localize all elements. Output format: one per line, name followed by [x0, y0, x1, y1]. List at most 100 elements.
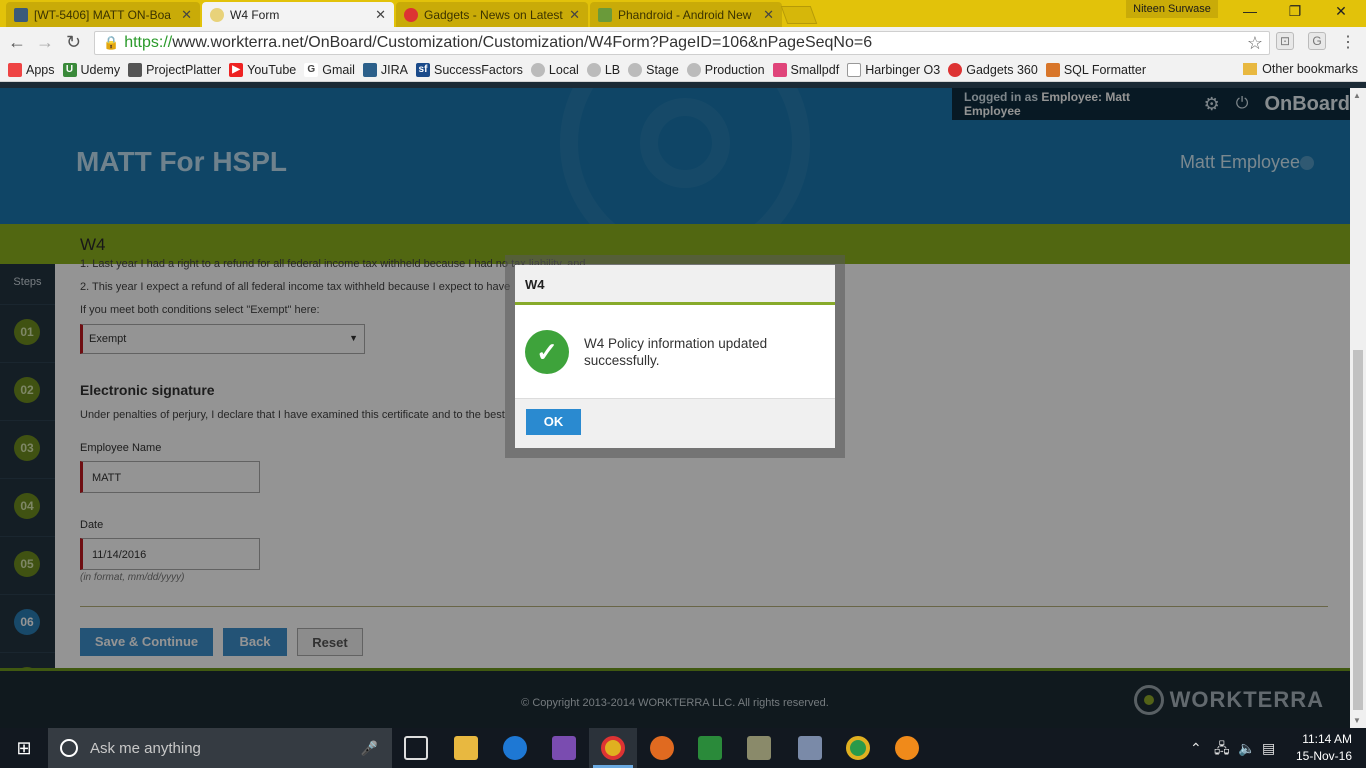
tray-chevron-icon[interactable]: ⌃ — [1190, 728, 1202, 768]
projectplatter-icon — [128, 62, 143, 77]
clock-date: 15-Nov-16 — [1295, 749, 1352, 763]
sqlformatter-icon — [1045, 62, 1060, 77]
other-bookmarks[interactable]: Other bookmarks — [1243, 62, 1358, 76]
dialog-body: ✓ W4 Policy information updated successf… — [515, 305, 835, 399]
bookmark-stage[interactable]: Stage — [628, 62, 679, 77]
app-flame-icon[interactable] — [895, 736, 919, 760]
system-clock[interactable]: 11:14 AM 15-Nov-16 — [1296, 731, 1352, 765]
bookmark-smallpdf[interactable]: Smallpdf — [772, 62, 840, 77]
tab-title: [WT-5406] MATT ON-Boa — [34, 7, 171, 22]
bookmark-label: JIRA — [380, 62, 408, 77]
grammarly-extension-icon[interactable]: G — [1308, 32, 1326, 50]
udemy-icon: U — [62, 62, 77, 77]
lock-icon: 🔒 — [103, 35, 120, 50]
extension-icon[interactable]: ⊡ — [1276, 32, 1294, 50]
scroll-down-icon[interactable]: ▼ — [1353, 716, 1361, 725]
bookmark-label: LB — [604, 62, 621, 77]
profile-button[interactable]: Niteen Surwase — [1126, 0, 1218, 18]
bookmark-local[interactable]: Local — [530, 62, 579, 77]
globe-icon — [586, 62, 601, 77]
visual-studio-icon[interactable] — [552, 736, 576, 760]
edge-icon[interactable] — [503, 736, 527, 760]
close-window-icon[interactable]: ✕ — [1331, 3, 1351, 20]
volume-icon[interactable]: 🔈 — [1238, 728, 1255, 768]
bookmark-label: SQL Formatter — [1063, 62, 1147, 77]
bookmark-jira[interactable]: JIRA — [362, 62, 408, 77]
reload-icon[interactable]: ↻ — [66, 32, 81, 53]
successfactors-icon: sf — [416, 62, 430, 77]
network-icon[interactable]: 🖧 — [1214, 728, 1230, 768]
cortana-search-box[interactable]: Ask me anything 🎤 — [48, 728, 392, 768]
forward-arrow-icon[interactable]: → — [36, 32, 54, 53]
bookmark-udemy[interactable]: U Udemy — [62, 62, 121, 77]
chrome-menu-icon[interactable]: ⋮ — [1340, 32, 1356, 52]
bookmark-youtube[interactable]: ▶ YouTube — [229, 62, 297, 77]
bookmark-label: SuccessFactors — [434, 62, 523, 77]
close-tab-icon[interactable]: ✕ — [181, 7, 192, 23]
remote-app-icon[interactable] — [798, 736, 822, 760]
notifications-icon[interactable]: ▤ — [1262, 728, 1275, 768]
globe-icon — [628, 62, 643, 77]
google-icon: G — [304, 62, 319, 77]
bookmark-star-icon[interactable]: ☆ — [1247, 33, 1263, 54]
firefox-icon[interactable] — [650, 736, 674, 760]
checkmark-icon: ✓ — [525, 329, 569, 374]
back-arrow-icon[interactable]: ← — [8, 32, 26, 53]
page-scrollbar[interactable]: ▲ ▼ — [1350, 88, 1366, 728]
tools-icon[interactable] — [747, 736, 771, 760]
tab-title: Gadgets - News on Latest — [424, 7, 563, 22]
bookmark-sqlformatter[interactable]: SQL Formatter — [1045, 62, 1147, 77]
bookmark-label: Smallpdf — [790, 62, 840, 77]
address-bar[interactable]: 🔒 https:// www.workterra.net/OnBoard/Cus… — [94, 31, 1270, 55]
file-explorer-icon[interactable] — [454, 736, 478, 760]
tab-title: W4 Form — [230, 7, 280, 22]
bookmark-label: ProjectPlatter — [146, 62, 222, 77]
bookmark-production[interactable]: Production — [686, 62, 765, 77]
bookmark-label: Udemy — [80, 62, 121, 77]
bookmark-label: YouTube — [247, 62, 297, 77]
url-scheme: https:// — [124, 34, 173, 51]
bookmark-label: Stage — [646, 62, 679, 77]
bookmark-gmail[interactable]: G Gmail — [304, 62, 355, 77]
browser-tab-w4-form[interactable]: W4 Form ✕ — [202, 2, 394, 27]
excel-icon[interactable] — [698, 736, 722, 760]
scrollbar-thumb[interactable] — [1353, 350, 1363, 710]
phandroid-favicon-icon — [598, 7, 612, 22]
bookmark-apps[interactable]: Apps — [8, 62, 55, 77]
browser-tab-jira[interactable]: [WT-5406] MATT ON-Boa ✕ — [6, 2, 200, 27]
ok-button[interactable]: OK — [526, 409, 581, 435]
tab-title: Phandroid - Android New — [618, 7, 752, 22]
bookmark-successfactors[interactable]: sf SuccessFactors — [416, 62, 523, 77]
bookmarks-bar: Apps U Udemy ProjectPlatter ▶ YouTube G Gma… — [0, 58, 1366, 82]
scroll-up-icon[interactable]: ▲ — [1353, 91, 1361, 100]
bookmark-projectplatter[interactable]: ProjectPlatter — [128, 62, 222, 77]
bookmark-lb[interactable]: LB — [586, 62, 621, 77]
restore-icon[interactable]: ❐ — [1285, 3, 1305, 20]
dialog-footer: OK — [515, 399, 835, 448]
folder-icon — [1243, 63, 1258, 75]
workterra-favicon-icon — [210, 7, 224, 22]
bookmark-gadgets360[interactable]: Gadgets 360 — [948, 62, 1038, 77]
cortana-icon — [60, 739, 78, 757]
close-tab-icon[interactable]: ✕ — [763, 7, 774, 23]
youtube-icon: ▶ — [229, 62, 244, 77]
smallpdf-icon — [772, 62, 787, 77]
windows-start-icon[interactable]: ⊞ — [0, 728, 48, 768]
close-tab-icon[interactable]: ✕ — [375, 7, 386, 23]
close-tab-icon[interactable]: ✕ — [569, 7, 580, 23]
bookmark-label: Apps — [26, 62, 55, 77]
task-view-icon[interactable] — [404, 736, 428, 760]
other-bookmarks-label: Other bookmarks — [1262, 62, 1358, 76]
gadgets360-favicon-icon — [404, 7, 418, 22]
chrome-profile-icon[interactable] — [846, 736, 870, 760]
chrome-icon[interactable] — [601, 736, 625, 760]
browser-tab-gadgets[interactable]: Gadgets - News on Latest ✕ — [396, 2, 588, 27]
browser-tab-phandroid[interactable]: Phandroid - Android New ✕ — [590, 2, 782, 27]
new-tab-button[interactable] — [780, 6, 818, 24]
minimize-icon[interactable]: — — [1240, 3, 1260, 19]
bookmark-harbinger[interactable]: Harbinger O3 — [847, 62, 940, 77]
dialog-message: W4 Policy information updated successful… — [584, 335, 768, 368]
microphone-icon[interactable]: 🎤 — [361, 740, 378, 757]
browser-tab-bar: [WT-5406] MATT ON-Boa ✕ W4 Form ✕ Gadget… — [0, 0, 1366, 27]
bookmark-label: Gadgets 360 — [966, 62, 1038, 77]
